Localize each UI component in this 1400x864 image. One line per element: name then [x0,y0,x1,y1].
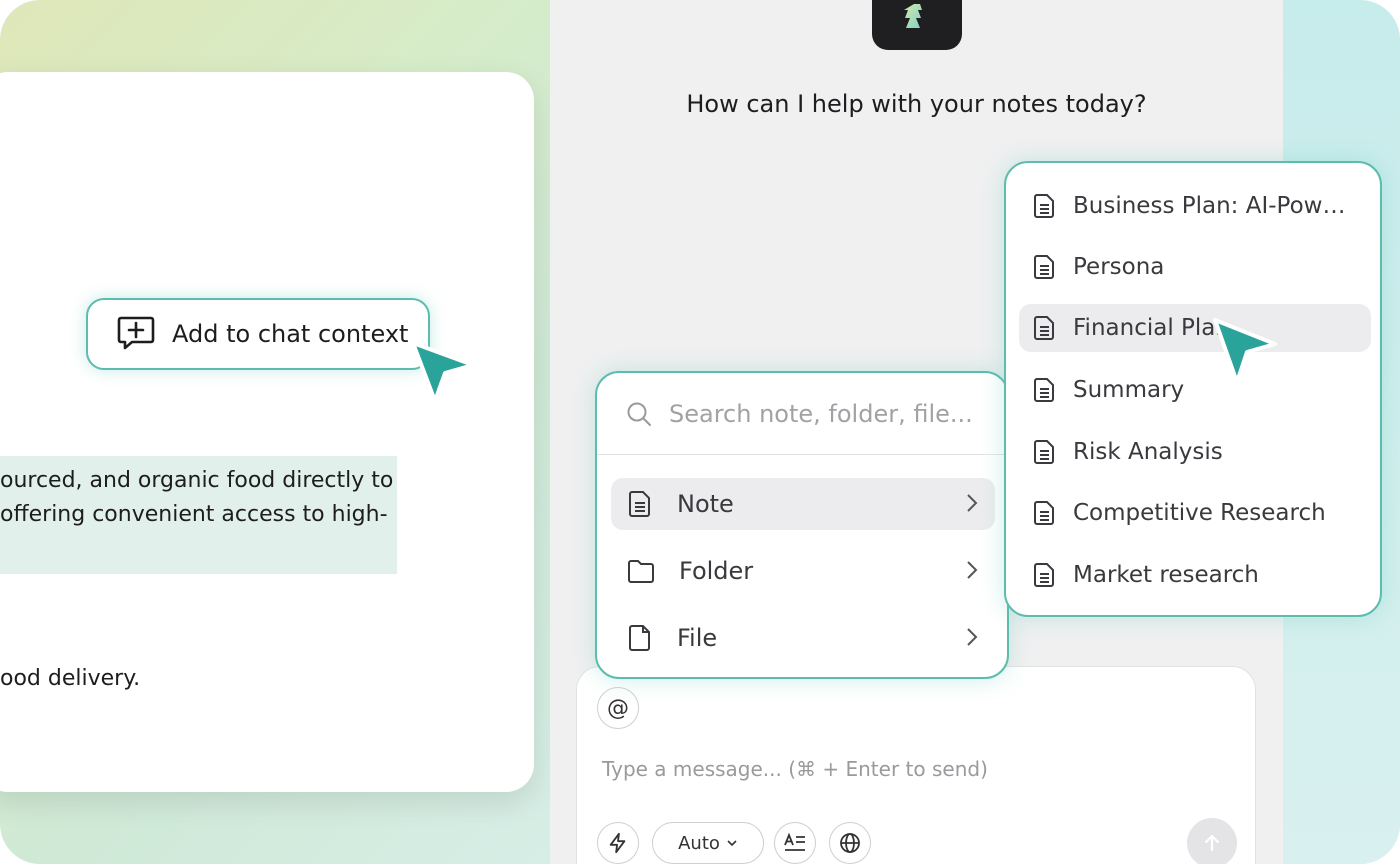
document-icon [1034,501,1054,525]
context-button-label: Add to chat context [172,320,409,348]
note-item-market-research[interactable]: Market research [1019,551,1371,599]
chevron-right-icon [967,628,978,646]
context-search-popover: Note Folder File [595,371,1009,679]
app-logo [872,0,962,50]
text-format-icon [784,832,805,851]
document-icon [1034,563,1054,587]
notes-list-popover: Business Plan: AI-Powe... Persona Financ… [1004,161,1382,617]
note-item-business-plan[interactable]: Business Plan: AI-Powe... [1019,182,1371,230]
note-item-label: Risk Analysis [1073,439,1223,465]
note-item-financial-plan[interactable]: Financial Plan [1019,304,1371,352]
type-item-label: Folder [679,557,754,585]
type-item-file[interactable]: File [611,612,995,664]
folder-icon [628,560,654,583]
note-item-competitive-research[interactable]: Competitive Research [1019,489,1371,537]
type-item-note[interactable]: Note [611,478,995,530]
document-icon [1034,440,1054,464]
note-item-summary[interactable]: Summary [1019,366,1371,414]
globe-icon [840,833,860,853]
search-icon [627,402,651,426]
search-row [597,373,1007,455]
pointer-cursor-icon [411,341,475,403]
format-text-button[interactable] [774,822,816,864]
document-icon [1034,316,1054,340]
chevron-right-icon [967,561,978,579]
model-selector-label: Auto [678,832,720,854]
note-item-label: Competitive Research [1073,500,1326,526]
web-search-button[interactable] [829,822,871,864]
note-line-1[interactable]: ourced, and organic food directly to [0,468,393,493]
message-composer[interactable]: @ Type a message... (⌘ + Enter to send) … [576,666,1256,864]
type-item-folder[interactable]: Folder [611,545,995,597]
chevron-down-icon [727,840,737,847]
search-input[interactable] [669,399,989,428]
document-icon [1034,194,1054,218]
app-frame: ourced, and organic food directly to off… [0,0,1400,864]
add-to-chat-context-button[interactable]: Add to chat context [86,298,430,370]
note-item-label: Persona [1073,254,1165,280]
note-editor-card: ourced, and organic food directly to off… [0,72,534,792]
note-item-risk-analysis[interactable]: Risk Analysis [1019,428,1371,476]
pointer-cursor-icon [1213,318,1277,384]
message-input[interactable]: Type a message... (⌘ + Enter to send) [602,757,988,781]
note-item-label: Market research [1073,562,1259,588]
type-item-label: Note [677,490,734,518]
note-line-3[interactable]: ood delivery. [0,666,140,691]
message-plus-icon [116,312,156,357]
quick-actions-button[interactable] [597,822,639,864]
mention-button[interactable]: @ [597,687,639,729]
chat-greeting: How can I help with your notes today? [686,90,1147,118]
chevron-right-icon [967,494,978,512]
document-icon [1034,378,1054,402]
type-item-label: File [677,624,718,652]
file-icon [629,625,650,651]
arrow-up-icon [1204,834,1220,852]
note-line-2[interactable]: offering convenient access to high- [0,502,388,527]
note-item-label: Business Plan: AI-Powe... [1073,193,1358,219]
lightning-icon [609,832,626,854]
send-button[interactable] [1187,818,1237,864]
document-icon [1034,255,1054,279]
document-icon [629,491,650,517]
note-item-persona[interactable]: Persona [1019,243,1371,291]
at-icon: @ [607,695,629,721]
model-selector[interactable]: Auto [652,822,764,864]
